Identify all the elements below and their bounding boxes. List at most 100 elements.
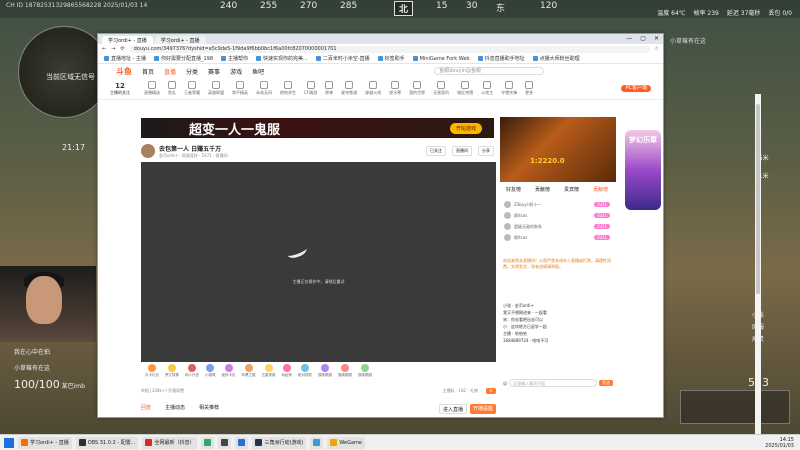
windows-start-icon[interactable] [4, 437, 14, 448]
forward-icon[interactable]: → [111, 46, 115, 52]
send-button[interactable]: 发送 [599, 380, 613, 386]
bookmark[interactable]: 快速实现你的完美... [256, 55, 308, 62]
category-item[interactable]: 英雄联盟 [208, 81, 224, 96]
taskbar-item[interactable]: 全网最新（抖音） [142, 436, 198, 449]
taskbar-item[interactable] [235, 436, 249, 449]
bookmark[interactable]: 主播帮你 [221, 55, 248, 62]
taskbar-item[interactable] [218, 436, 232, 449]
tab-recommend[interactable]: 相关推荐 [199, 404, 219, 414]
tab-vip[interactable]: 贵宾榜 [564, 186, 579, 196]
nav-live[interactable]: 直播 [164, 67, 176, 76]
category-item[interactable]: 鱼丸 [168, 81, 176, 96]
nav-events[interactable]: 赛事 [208, 67, 220, 76]
taskbar-item[interactable] [201, 436, 215, 449]
bookmark[interactable]: 你好需要分配直播_198 [153, 55, 213, 62]
reload-icon[interactable]: ⟳ [120, 46, 124, 52]
category-item[interactable]: CF端游 [304, 81, 317, 96]
taskbar-item[interactable]: 三角洲行动(游戏) [252, 436, 307, 449]
browser-tab[interactable]: 学习ordi+ - 直播 [102, 36, 153, 44]
gift-item[interactable]: 帐对跃跃 [298, 364, 312, 384]
gift-item[interactable]: 五星房客 [262, 364, 276, 384]
tab-contrib-2[interactable]: 贡献榜 [593, 186, 608, 196]
category-item[interactable]: 和平精英 [232, 81, 248, 96]
maximize-button[interactable]: ▢ [640, 35, 646, 42]
search-input[interactable]: 鱼眼douyin@鱼眼 [434, 67, 545, 75]
game-promo-thumbnail[interactable]: 1:2220.0 [500, 117, 616, 182]
category-item[interactable]: 斗地主 [481, 81, 493, 96]
url-field[interactable]: douyu.com/3497376?dyshid=a5c9de5-1f9da9f… [129, 45, 650, 53]
emoji-icon[interactable]: ☺ [503, 381, 507, 386]
game-icon [255, 439, 263, 446]
tab-replay[interactable]: 回放 [141, 404, 151, 414]
bookmark[interactable]: 抖音直播助手地址 [477, 55, 525, 62]
category-more[interactable]: 更多 [525, 81, 534, 96]
rank-row[interactable]: ZSbuyi·斜十一 LV21 [500, 199, 616, 210]
category-item[interactable]: 穿越火线 [365, 81, 381, 96]
share-button[interactable]: 分享 [478, 146, 494, 156]
nav-fishbar[interactable]: 鱼吧 [252, 67, 264, 76]
page-scrollbar[interactable] [755, 94, 761, 444]
gift-item[interactable]: 办卡礼包 [145, 364, 159, 384]
video-player[interactable]: 主播正在操作中，请稍后重试 [141, 162, 496, 362]
taskbar-item[interactable]: WeGame [327, 436, 366, 449]
bookmark[interactable]: MiniGame Fork Web [412, 56, 470, 62]
category-item[interactable]: 我的世界 [409, 81, 425, 96]
gift-item[interactable]: 动起来 [282, 364, 292, 384]
category-item[interactable]: 无畏契约 [433, 81, 449, 96]
taskbar-item[interactable] [310, 436, 324, 449]
taskbar-item[interactable]: OBS 31.0.2 - 配置... [75, 436, 139, 449]
category-item[interactable]: 原神 [325, 81, 334, 96]
nav-home[interactable]: 首页 [142, 67, 154, 76]
star-icon[interactable]: ☆ [655, 46, 659, 52]
close-button[interactable]: ✕ [654, 35, 659, 42]
back-icon[interactable]: ← [102, 46, 106, 52]
gift-item[interactable]: 罗辽特殊 [165, 364, 179, 384]
gift-item[interactable]: 迷你卡包 [222, 364, 236, 384]
remind-button[interactable]: 开播提醒 [469, 404, 496, 414]
report-link[interactable]: 举报 [330k+] 开通续费 [141, 388, 184, 394]
gift-item[interactable]: 猫咪跳跳 [358, 364, 372, 384]
taskbar-item[interactable]: 学习ordi+ - 直播 [18, 436, 72, 449]
room-button[interactable]: 直播间 [452, 146, 472, 156]
category-item[interactable]: 永劫无间 [256, 81, 272, 96]
clock[interactable]: 14:15 2025/01/03 [765, 437, 794, 449]
gift-item[interactable]: 猫咪跳跳 [338, 364, 352, 384]
bookmark[interactable]: 标签助手 [377, 55, 405, 62]
side-ad[interactable]: 梦幻乐章 [625, 130, 661, 210]
bookmark[interactable]: 点播大师粉丝助理 [532, 55, 580, 62]
gift-item[interactable]: 小猫咪 [205, 364, 216, 384]
avatar[interactable] [141, 144, 155, 158]
gift-item[interactable]: 车票之路 [242, 364, 256, 384]
minimize-button[interactable]: — [626, 35, 632, 42]
follow-button[interactable]: 已关注 [426, 146, 446, 156]
tab-dynamics[interactable]: 主播动态 [165, 404, 185, 414]
category-item[interactable]: 直播精选 [144, 81, 160, 96]
enter-live-button[interactable]: 进入直播 [438, 404, 467, 414]
bookmark[interactable]: 直播地址 - 主播 [104, 55, 146, 62]
tab-contrib[interactable]: 贡献榜 [535, 186, 550, 196]
gift-item[interactable]: 网人代言 [185, 364, 199, 384]
follow-count[interactable]: 12 主播的关注 [110, 82, 130, 96]
category-item[interactable]: 守望先锋 [501, 81, 517, 96]
banner-start-button[interactable]: 开始游戏 [449, 122, 482, 134]
rank-row[interactable]: 超级无敌的狗系 LV21 [500, 221, 616, 232]
pc-client-button[interactable]: PC客户端 [621, 85, 651, 92]
nav-games[interactable]: 游戏 [230, 67, 242, 76]
tab-friends[interactable]: 好友榜 [506, 186, 521, 196]
category-item[interactable]: 星穹铁道 [341, 81, 357, 96]
nav-category[interactable]: 分类 [186, 67, 198, 76]
scrollbar-thumb[interactable] [756, 104, 760, 294]
gift-item[interactable]: 猫咪跳跳 [318, 364, 332, 384]
category-item[interactable]: 暗区突围 [457, 81, 473, 96]
chat-input[interactable]: 这里输入聊天内容 [509, 379, 597, 387]
recharge-button[interactable]: ￥ [486, 387, 496, 394]
category-item[interactable]: 王者荣耀 [184, 81, 200, 96]
browser-tab[interactable]: 学习ordi+ - 直播 [154, 36, 206, 44]
category-item[interactable]: 逆水寒 [389, 81, 401, 96]
ad-banner[interactable]: 超变一人一鬼服 开始游戏 [141, 118, 494, 138]
rank-row[interactable]: 颜ltsas LV21 [500, 232, 616, 243]
site-logo[interactable]: 斗鱼 [116, 66, 132, 77]
rank-row[interactable]: 颜ltsas LV21 [500, 210, 616, 221]
bookmark[interactable]: 二百米时小米空-直播 [315, 55, 370, 62]
category-item[interactable]: 绝地求生 [280, 81, 296, 96]
